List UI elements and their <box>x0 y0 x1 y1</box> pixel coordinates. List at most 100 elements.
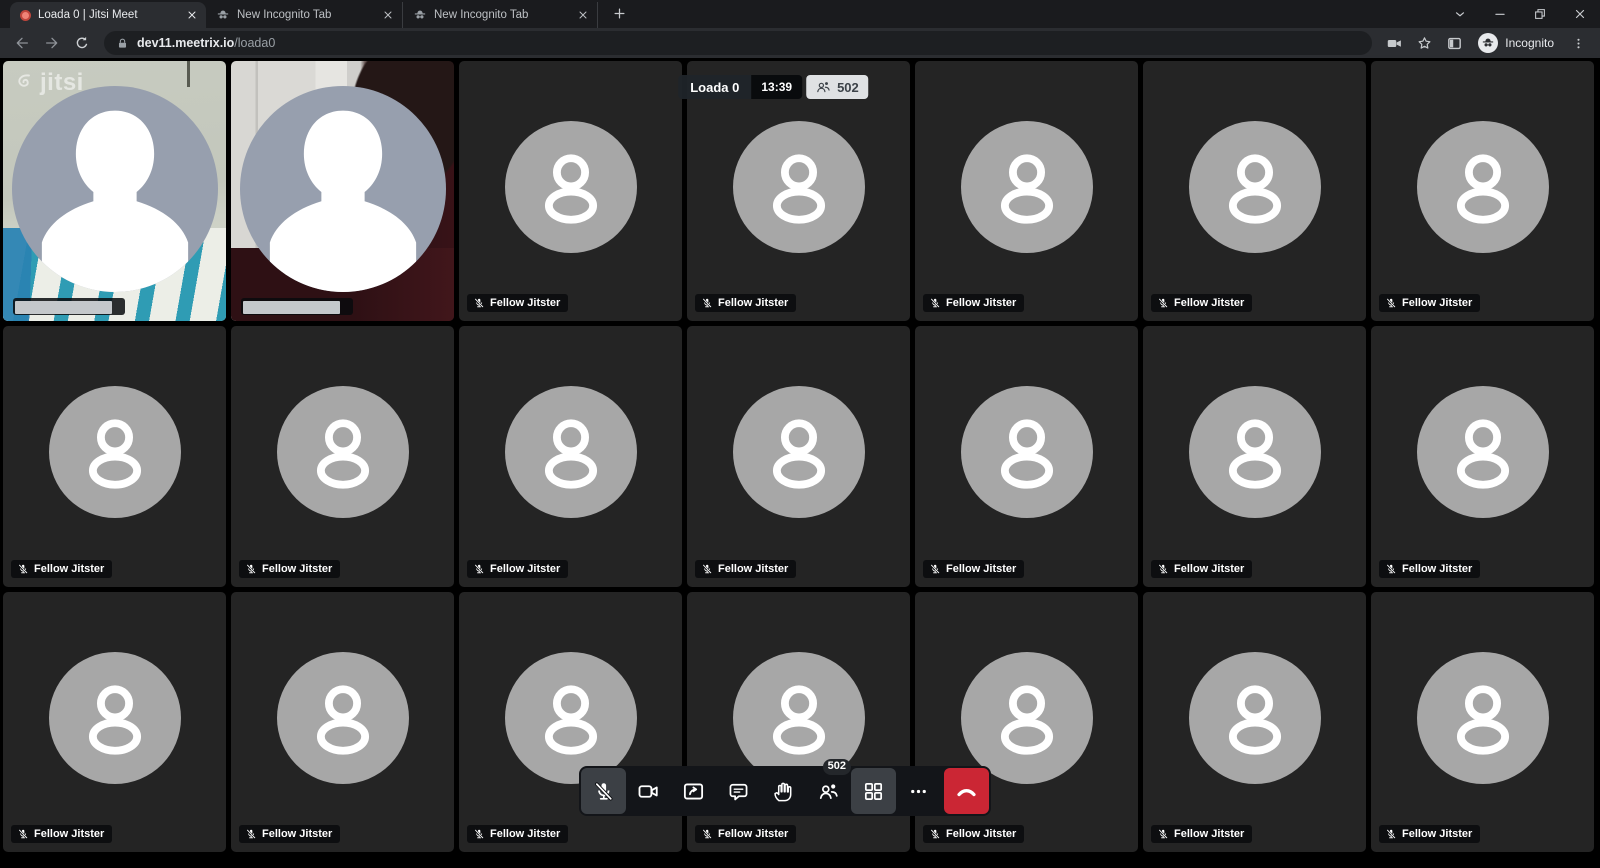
participant-tile[interactable]: Fellow Jitster <box>1371 61 1594 321</box>
avatar <box>1417 387 1549 519</box>
person-icon <box>752 406 846 500</box>
muted-mic-icon <box>1385 563 1397 575</box>
incognito-badge: Incognito <box>1470 33 1562 53</box>
leave-call-button[interactable] <box>944 768 989 814</box>
participant-tile[interactable]: jitsi <box>3 61 226 321</box>
side-panel-icon <box>1446 35 1463 52</box>
tab-search-button[interactable] <box>1440 0 1480 28</box>
person-icon <box>752 671 846 765</box>
incognito-icon <box>216 8 230 22</box>
muted-mic-icon <box>245 563 257 575</box>
start-camera-button[interactable] <box>626 768 671 814</box>
person-icon <box>524 140 618 234</box>
back-arrow-icon <box>14 35 30 51</box>
participant-tile[interactable]: Fellow Jitster <box>687 61 910 321</box>
muted-mic-icon <box>17 828 29 840</box>
muted-mic-icon <box>473 828 485 840</box>
participant-name: Fellow Jitster <box>34 828 104 840</box>
participant-tile[interactable]: Fellow Jitster <box>1371 326 1594 586</box>
participant-tile[interactable]: Fellow Jitster <box>1143 592 1366 852</box>
participant-tile[interactable] <box>231 61 454 321</box>
participant-name: Fellow Jitster <box>1174 563 1244 575</box>
more-actions-button[interactable] <box>896 768 941 814</box>
avatar <box>961 652 1093 784</box>
participants-button[interactable]: 502 <box>806 768 851 814</box>
participant-name-label: Fellow Jitster <box>1151 825 1252 843</box>
avatar <box>1417 121 1549 253</box>
star-icon <box>1416 35 1433 52</box>
tile-view-icon <box>862 780 885 803</box>
participant-tile[interactable]: Fellow Jitster <box>915 326 1138 586</box>
participant-tile[interactable]: Fellow Jitster <box>459 61 682 321</box>
camera-icon <box>637 780 660 803</box>
person-icon <box>524 671 618 765</box>
close-window-button[interactable] <box>1560 0 1600 28</box>
muted-mic-icon <box>1385 297 1397 309</box>
participant-tile[interactable]: Fellow Jitster <box>1143 326 1366 586</box>
lock-icon <box>116 37 129 50</box>
participant-tile[interactable]: Fellow Jitster <box>231 326 454 586</box>
address-bar[interactable]: dev11.meetrix.io/loada0 <box>104 31 1372 55</box>
mute-microphone-button[interactable] <box>581 768 626 814</box>
bookmark-star-button[interactable] <box>1410 30 1438 56</box>
browser-tab[interactable]: New Incognito Tab <box>206 2 402 28</box>
browser-tab[interactable]: New Incognito Tab <box>402 2 598 28</box>
participant-tile[interactable]: Fellow Jitster <box>3 592 226 852</box>
reload-button[interactable] <box>68 30 96 56</box>
muted-mic-icon <box>701 828 713 840</box>
window-controls <box>1440 0 1600 28</box>
restore-button[interactable] <box>1520 0 1560 28</box>
name-redaction-box <box>15 301 112 314</box>
media-recording-indicator-icon[interactable] <box>1380 30 1408 56</box>
participants-icon <box>815 79 831 95</box>
meeting-stage: jitsiFellow JitsterFellow JitsterFellow … <box>0 58 1600 868</box>
jitsi-watermark: jitsi <box>13 69 84 97</box>
back-button[interactable] <box>8 30 36 56</box>
participant-count: 502 <box>837 80 859 95</box>
toggle-tile-view-button[interactable] <box>851 768 896 814</box>
participant-tile[interactable]: Fellow Jitster <box>1371 592 1594 852</box>
person-silhouette-icon <box>240 86 446 292</box>
participant-tile[interactable]: Fellow Jitster <box>3 326 226 586</box>
tab-close-button[interactable] <box>380 7 396 23</box>
muted-mic-icon <box>17 563 29 575</box>
avatar <box>12 86 218 292</box>
forward-button[interactable] <box>38 30 66 56</box>
open-chat-button[interactable] <box>716 768 761 814</box>
side-panel-button[interactable] <box>1440 30 1468 56</box>
tab-close-button[interactable] <box>575 7 591 23</box>
avatar <box>733 387 865 519</box>
restore-icon <box>1533 7 1547 21</box>
minimize-icon <box>1493 7 1507 21</box>
browser-tab[interactable]: Loada 0 | Jitsi Meet <box>10 2 206 28</box>
tab-close-button[interactable] <box>184 7 200 23</box>
person-icon <box>524 406 618 500</box>
avatar <box>1189 121 1321 253</box>
raise-hand-button[interactable] <box>761 768 806 814</box>
avatar <box>277 387 409 519</box>
person-icon <box>1208 406 1302 500</box>
participant-name: Fellow Jitster <box>1402 297 1472 309</box>
person-icon <box>296 671 390 765</box>
share-screen-button[interactable] <box>671 768 716 814</box>
participants-icon <box>817 780 840 803</box>
avatar <box>240 86 446 292</box>
participant-tile[interactable]: Fellow Jitster <box>1143 61 1366 321</box>
new-tab-button[interactable] <box>606 1 632 27</box>
close-icon <box>382 9 394 21</box>
participant-tile[interactable]: Fellow Jitster <box>915 61 1138 321</box>
url-host: dev11.meetrix.io <box>137 36 234 50</box>
participant-tile[interactable]: Fellow Jitster <box>459 326 682 586</box>
avatar <box>1189 387 1321 519</box>
participant-tile[interactable]: Fellow Jitster <box>231 592 454 852</box>
incognito-label: Incognito <box>1505 36 1554 50</box>
participant-count-chip[interactable]: 502 <box>806 75 868 99</box>
name-redaction-box <box>243 301 340 314</box>
minimize-button[interactable] <box>1480 0 1520 28</box>
browser-menu-button[interactable] <box>1564 30 1592 56</box>
avatar <box>961 121 1093 253</box>
participant-name: Fellow Jitster <box>1174 297 1244 309</box>
participant-tile[interactable]: Fellow Jitster <box>687 326 910 586</box>
participant-name-label: Fellow Jitster <box>923 294 1024 312</box>
browser-window: Loada 0 | Jitsi MeetNew Incognito TabNew… <box>0 0 1600 58</box>
